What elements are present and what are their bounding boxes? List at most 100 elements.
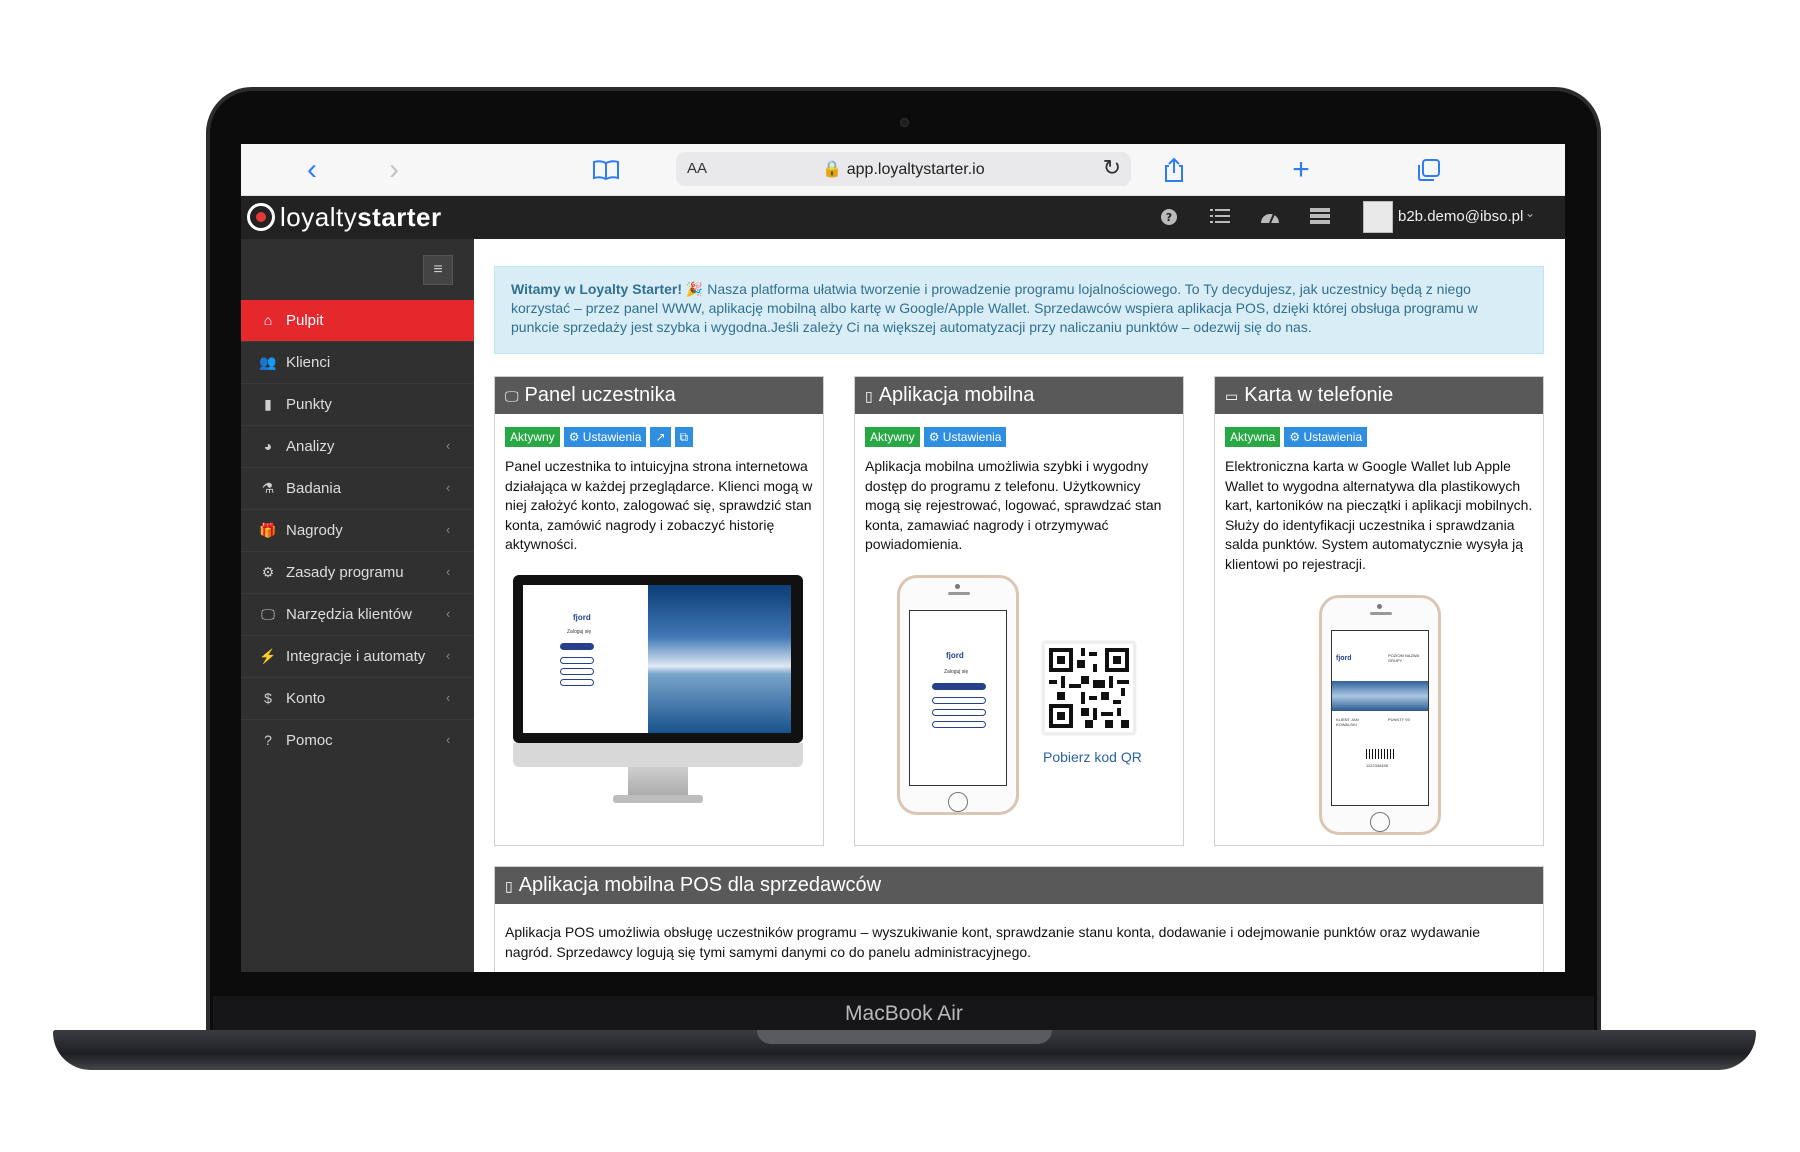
svg-text:?: ? — [1166, 211, 1172, 224]
phone-illustration: fjord Zaloguj się — [897, 575, 1019, 815]
sidebar-item-label: Konto — [286, 690, 326, 707]
sidebar-item-label: Narzędzia klientów — [286, 606, 412, 623]
user-email[interactable]: b2b.demo@ibso.pl — [1398, 208, 1523, 225]
bar-chart-icon: ▮ — [264, 396, 272, 412]
gear-icon: ⚙ — [928, 430, 943, 444]
dashboard-icon[interactable] — [1259, 208, 1281, 228]
card-aplikacja-mobilna: ▯ Aplikacja mobilna Aktywny ⚙ Ustawienia … — [854, 376, 1184, 846]
laptop-notch — [757, 1030, 1052, 1044]
logo-text-light: loyalty — [280, 201, 358, 232]
card-title: Aplikacja mobilna POS dla sprzedawców — [518, 874, 882, 896]
sidebar-item-pomoc[interactable]: ? Pomoc ‹ — [241, 720, 474, 762]
wallet-client: KLIENT JAN KOWALSKI — [1336, 717, 1359, 727]
sidebar-item-label: Pulpit — [286, 312, 324, 329]
mockup-brand: fjord — [1336, 655, 1352, 662]
question-icon: ? — [264, 732, 272, 748]
wallet-image — [1332, 681, 1428, 711]
logo-text-bold: starter — [357, 201, 442, 232]
chevron-left-icon: ‹ — [446, 606, 451, 621]
sidebar-item-nagrody[interactable]: 🎁 Nagrody ‹ — [241, 510, 474, 552]
download-qr-link[interactable]: Pobierz kod QR — [1043, 749, 1142, 765]
sidebar-item-label: Integracje i automaty — [286, 648, 426, 665]
monitor-icon: 🖵 — [261, 606, 275, 622]
sidebar-item-narzedzia[interactable]: 🖵 Narzędzia klientów ‹ — [241, 594, 474, 636]
card-header: ▯ Aplikacja mobilna POS dla sprzedawców — [495, 867, 1543, 904]
wallet-phone-illustration: fjord POZIOM NAZWA GRUPY KLIENT JAN KOWA… — [1319, 595, 1441, 835]
qr-code[interactable] — [1043, 642, 1135, 734]
gear-icon: ⚙ — [261, 564, 275, 580]
help-icon[interactable]: ? — [1158, 208, 1180, 228]
external-link-icon[interactable]: ↗ — [650, 427, 671, 447]
tabs-icon[interactable] — [1416, 152, 1442, 188]
card-title: Aplikacja mobilna — [878, 384, 1035, 406]
sidebar-item-label: Punkty — [286, 396, 332, 413]
card-title: Karta w telefonie — [1244, 384, 1394, 406]
sidebar-item-label: Nagrody — [286, 522, 343, 539]
status-badge: Aktywna — [1225, 427, 1281, 447]
list-icon[interactable] — [1209, 208, 1231, 228]
bookmarks-icon[interactable] — [591, 152, 621, 188]
card-description: Aplikacja POS umożliwia obsługę uczestni… — [505, 924, 1481, 960]
chevron-left-icon: ‹ — [446, 732, 451, 747]
gear-icon: ⚙ — [1289, 430, 1304, 444]
macbook-mockup: MacBook Air ‹ › AA 🔒 app.loyaltystarter.… — [0, 0, 1800, 1152]
plug-icon: ⚡ — [259, 648, 277, 664]
screen: ‹ › AA 🔒 app.loyaltystarter.io ↻ + loyal — [241, 144, 1565, 972]
sidebar-item-klienci[interactable]: 👥 Klienci — [241, 342, 474, 384]
welcome-title: Witamy w Loyalty Starter! — [511, 281, 683, 297]
camera — [900, 118, 909, 127]
mountain-image — [648, 585, 791, 733]
sidebar-item-pulpit[interactable]: ⌂ Pulpit — [241, 300, 474, 342]
card-description: Elektroniczna karta w Google Wallet lub … — [1225, 458, 1533, 572]
mockup-login-title: Zaloguj się — [944, 669, 969, 675]
sidebar-item-integracje[interactable]: ⚡ Integracje i automaty ‹ — [241, 636, 474, 678]
settings-button[interactable]: ⚙ Ustawienia — [923, 427, 1007, 447]
reload-icon[interactable]: ↻ — [1103, 155, 1121, 181]
chevron-left-icon: ‹ — [446, 480, 451, 495]
address-bar[interactable]: AA 🔒 app.loyaltystarter.io ↻ — [676, 152, 1131, 186]
gift-icon: 🎁 — [259, 522, 277, 538]
server-icon[interactable] — [1309, 208, 1331, 228]
wallet-points: PUNKTY 93 — [1388, 717, 1410, 722]
mockup-brand: fjord — [573, 613, 591, 622]
wallet-number: 1122334455 — [1366, 763, 1388, 768]
sidebar: ≡ ⌂ Pulpit 👥 Klienci ▮ Punkty ◕ Analizy … — [241, 239, 474, 972]
copy-icon[interactable]: ⧉ — [674, 427, 694, 447]
sidebar-item-label: Badania — [286, 480, 342, 497]
sidebar-toggle-icon[interactable]: ≡ — [423, 255, 453, 285]
logo[interactable]: loyalty starter — [247, 200, 442, 234]
chevron-left-icon: ‹ — [446, 522, 451, 537]
chevron-left-icon: ‹ — [446, 564, 451, 579]
new-tab-icon[interactable]: + — [1288, 152, 1314, 188]
chevron-down-icon[interactable]: ⌄ — [1525, 206, 1535, 220]
card-header: 🖵 Panel uczestnika — [495, 377, 823, 414]
mobile-icon: ▯ — [505, 878, 513, 894]
welcome-alert: Witamy w Loyalty Starter! 🎉 Nasza platfo… — [494, 266, 1544, 354]
sidebar-item-label: Zasady programu — [286, 564, 404, 581]
sidebar-item-zasady[interactable]: ⚙ Zasady programu ‹ — [241, 552, 474, 594]
status-badge: Aktywny — [505, 427, 560, 447]
mockup-brand: fjord — [946, 651, 964, 660]
sidebar-item-badania[interactable]: ⚗ Badania ‹ — [241, 468, 474, 510]
share-icon[interactable] — [1161, 152, 1187, 188]
settings-button[interactable]: ⚙ Ustawienia — [1284, 427, 1368, 447]
sidebar-item-konto[interactable]: $ Konto ‹ — [241, 678, 474, 720]
sidebar-item-analizy[interactable]: ◕ Analizy ‹ — [241, 426, 474, 468]
card-panel-uczestnika: 🖵 Panel uczestnika Aktywny ⚙ Ustawienia ↗… — [494, 376, 824, 846]
flask-icon: ⚗ — [261, 480, 275, 496]
device-brand: MacBook Air — [845, 1002, 963, 1025]
url-text: 🔒 app.loyaltystarter.io — [676, 159, 1131, 179]
forward-icon[interactable]: › — [381, 152, 407, 188]
pie-chart-icon: ◕ — [263, 438, 273, 454]
chevron-left-icon: ‹ — [446, 648, 451, 663]
card-pos: ▯ Aplikacja mobilna POS dla sprzedawców A… — [494, 866, 1544, 972]
back-icon[interactable]: ‹ — [299, 152, 325, 188]
avatar[interactable] — [1363, 201, 1393, 233]
settings-button[interactable]: ⚙ Ustawienia — [563, 427, 647, 447]
monitor-illustration: fjord Zaloguj się — [513, 575, 803, 805]
logo-icon — [247, 203, 275, 231]
settings-label: Ustawienia — [582, 430, 642, 444]
monitor-icon: 🖵 — [505, 388, 519, 404]
sidebar-item-punkty[interactable]: ▮ Punkty — [241, 384, 474, 426]
app-header: loyalty starter ? b2b.demo@ibso.pl ⌄ — [241, 196, 1565, 239]
